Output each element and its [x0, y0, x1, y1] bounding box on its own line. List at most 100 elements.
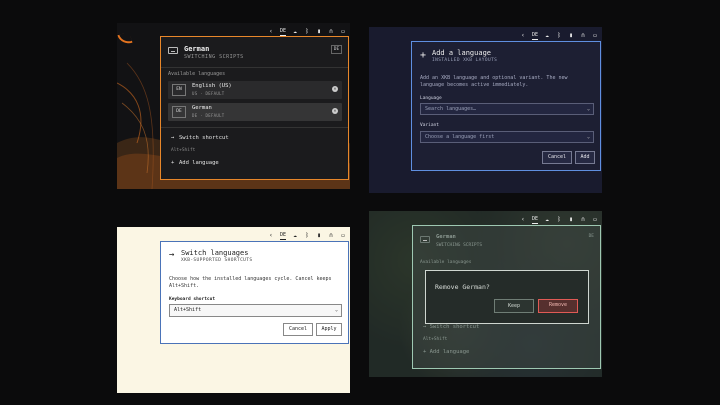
- keyboard-layout-indicator[interactable]: DE: [279, 231, 286, 240]
- dialog-subtitle: INSTALLED XKB LAYOUTS: [432, 58, 498, 63]
- popup-header: German SWITCHING SCRIPTS DE: [168, 45, 342, 63]
- top-bar: ‹ DE ☁ ᛒ ▮ ∩ ▭: [520, 214, 598, 225]
- add-language-button[interactable]: + Add language: [171, 160, 219, 166]
- switch-shortcut-label: Switch shortcut: [429, 324, 480, 330]
- cancel-button[interactable]: Cancel: [542, 151, 572, 164]
- cloud-icon[interactable]: ☁: [544, 216, 550, 224]
- dialog-title: Add a language: [432, 49, 492, 57]
- headphones-icon[interactable]: ∩: [580, 32, 586, 40]
- language-name: German: [192, 105, 212, 111]
- shortcut-field-label: Keyboard shortcut: [169, 297, 216, 302]
- switch-languages-dialog: → Switch languages XKB-SUPPORTED SHORTCU…: [160, 241, 349, 344]
- arrow-right-icon: →: [171, 135, 175, 141]
- chat-icon[interactable]: ▭: [340, 232, 346, 240]
- shortcut-value: Alt+Shift: [171, 148, 196, 153]
- language-name: English (US): [192, 83, 232, 89]
- language-search-input[interactable]: Search languages… ⌄: [420, 103, 594, 115]
- language-panel-screen: ‹ DE ☁ ᛒ ▮ ∩ ▭ German SWITCHING SCRIPTS …: [117, 23, 350, 189]
- add-language-dialog: + Add a language INSTALLED XKB LAYOUTS A…: [411, 41, 601, 171]
- variant-field-label: Variant: [420, 123, 439, 128]
- shortcut-value: Alt+Shift: [423, 337, 448, 342]
- bluetooth-icon[interactable]: ᛒ: [556, 32, 562, 40]
- shortcut-selected-value: Alt+Shift: [174, 307, 202, 313]
- popup-subtitle: SWITCHING SCRIPTS: [436, 243, 483, 248]
- add-button[interactable]: Add: [575, 151, 595, 164]
- switch-shortcut-button[interactable]: → Switch shortcut: [423, 324, 479, 330]
- add-language-screen: ‹ DE ☁ ᛒ ▮ ∩ ▭ + Add a language INSTALLE…: [369, 27, 602, 193]
- battery-icon[interactable]: ▮: [568, 216, 574, 224]
- headphones-icon[interactable]: ∩: [328, 28, 334, 36]
- section-label: Available languages: [420, 260, 472, 265]
- top-bar: ‹ DE ☁ ᛒ ▮ ∩ ▭: [520, 30, 598, 41]
- chevron-left-icon[interactable]: ‹: [520, 216, 526, 224]
- language-row-de[interactable]: DE German DE · DEFAULT ×: [168, 103, 342, 121]
- section-label: Available languages: [168, 71, 226, 77]
- chevron-down-icon: ⌄: [334, 307, 338, 313]
- cloud-icon[interactable]: ☁: [292, 232, 298, 240]
- keep-button[interactable]: Keep: [494, 299, 534, 313]
- chevron-left-icon[interactable]: ‹: [268, 232, 274, 240]
- language-row-en[interactable]: EN English (US) US · DEFAULT ×: [168, 81, 342, 99]
- remove-icon[interactable]: ×: [332, 108, 338, 114]
- chat-icon[interactable]: ▭: [592, 32, 598, 40]
- keyboard-icon: [420, 236, 430, 243]
- remove-language-screen: ‹ DE ☁ ᛒ ▮ ∩ ▭ German SWITCHING SCRIPTS …: [369, 211, 602, 377]
- layout-badge: DE: [588, 234, 594, 239]
- switch-shortcut-button[interactable]: → Switch shortcut: [171, 135, 229, 141]
- language-popup: German SWITCHING SCRIPTS DE Available la…: [160, 36, 349, 180]
- keyboard-layout-indicator[interactable]: DE: [279, 27, 286, 36]
- add-language-button[interactable]: + Add language: [423, 349, 469, 355]
- language-variant: US · DEFAULT: [192, 91, 225, 96]
- popup-subtitle: SWITCHING SCRIPTS: [184, 54, 244, 60]
- switch-shortcut-label: Switch shortcut: [179, 135, 229, 141]
- divider: [161, 127, 348, 128]
- confirm-title: Remove German?: [435, 283, 490, 291]
- chat-icon[interactable]: ▭: [592, 216, 598, 224]
- shortcut-select[interactable]: Alt+Shift ⌄: [169, 304, 342, 317]
- keyboard-icon: [168, 47, 178, 54]
- cloud-icon[interactable]: ☁: [544, 32, 550, 40]
- plus-icon: +: [420, 50, 427, 61]
- remove-button[interactable]: Remove: [538, 299, 578, 313]
- dialog-title: Switch languages: [181, 249, 249, 257]
- layout-badge: DE: [331, 45, 342, 54]
- add-language-label: Add language: [429, 349, 470, 355]
- popup-title: German: [184, 45, 210, 53]
- divider: [161, 67, 348, 68]
- chat-icon[interactable]: ▭: [340, 28, 346, 36]
- battery-icon[interactable]: ▮: [316, 232, 322, 240]
- battery-icon[interactable]: ▮: [316, 28, 322, 36]
- plus-icon: +: [171, 160, 175, 166]
- chevron-down-icon: ⌄: [586, 134, 590, 140]
- battery-icon[interactable]: ▮: [568, 32, 574, 40]
- chevron-left-icon[interactable]: ‹: [520, 32, 526, 40]
- dialog-subtitle: XKB-SUPPORTED SHORTCUTS: [181, 258, 253, 263]
- keyboard-layout-indicator[interactable]: DE: [531, 215, 538, 224]
- top-bar: ‹ DE ☁ ᛒ ▮ ∩ ▭: [268, 230, 346, 241]
- headphones-icon[interactable]: ∩: [328, 232, 334, 240]
- apply-button[interactable]: Apply: [316, 323, 342, 336]
- language-code: EN: [172, 84, 186, 96]
- remove-icon[interactable]: ×: [332, 86, 338, 92]
- chevron-left-icon[interactable]: ‹: [268, 28, 274, 36]
- dialog-description: Choose how the installed languages cycle…: [169, 276, 332, 289]
- bluetooth-icon[interactable]: ᛒ: [304, 232, 310, 240]
- bluetooth-icon[interactable]: ᛒ: [556, 216, 562, 224]
- arrow-right-icon: →: [169, 250, 175, 260]
- headphones-icon[interactable]: ∩: [580, 216, 586, 224]
- remove-confirm-dialog: Remove German? Keep Remove: [425, 270, 589, 324]
- language-field-label: Language: [420, 96, 442, 101]
- add-language-label: Add language: [179, 160, 219, 166]
- variant-placeholder: Choose a language first: [425, 134, 495, 140]
- switch-shortcut-screen: ‹ DE ☁ ᛒ ▮ ∩ ▭ → Switch languages XKB-SU…: [117, 227, 350, 393]
- language-variant: DE · DEFAULT: [192, 113, 225, 118]
- language-placeholder: Search languages…: [425, 106, 477, 112]
- keyboard-layout-indicator[interactable]: DE: [531, 31, 538, 40]
- variant-select[interactable]: Choose a language first ⌄: [420, 131, 594, 143]
- bluetooth-icon[interactable]: ᛒ: [304, 28, 310, 36]
- cancel-button[interactable]: Cancel: [283, 323, 313, 336]
- popup-title: German: [436, 234, 456, 240]
- chevron-down-icon: ⌄: [586, 106, 590, 112]
- cloud-icon[interactable]: ☁: [292, 28, 298, 36]
- language-code: DE: [172, 106, 186, 118]
